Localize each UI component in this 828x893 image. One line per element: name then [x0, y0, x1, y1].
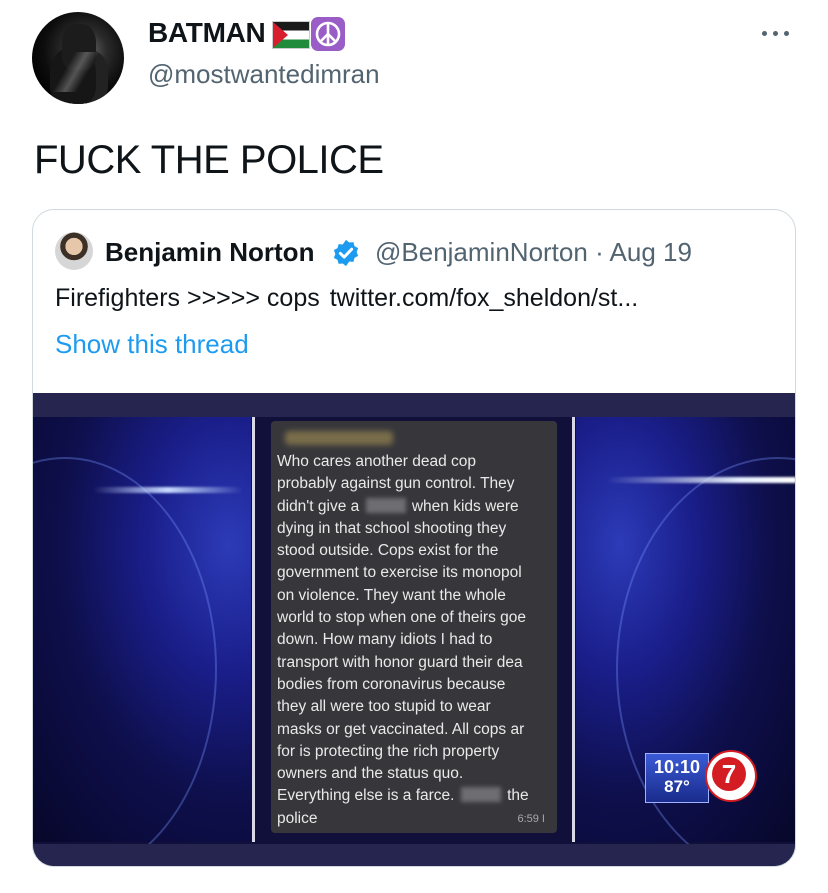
- quoted-handle[interactable]: @BenjaminNorton: [375, 237, 588, 267]
- user-handle[interactable]: @mostwantedimran: [148, 58, 380, 90]
- verified-badge-icon: [333, 239, 359, 267]
- news-temperature: 87°: [664, 777, 690, 796]
- video-top-bar: [33, 393, 795, 417]
- message-line: government to exercise its monopol: [277, 564, 522, 582]
- message-line: they all were too stupid to wear: [277, 698, 491, 716]
- divider-right: [572, 417, 575, 842]
- message-line: down. How many idiots I had to: [277, 631, 493, 649]
- news-clock-badge: 10:10 87°: [645, 753, 709, 803]
- quoted-avatar[interactable]: [55, 232, 93, 270]
- message-line: world to stop when one of theirs goe: [277, 609, 527, 627]
- redaction-blur: [460, 787, 501, 803]
- quoted-display-name[interactable]: Benjamin Norton: [105, 236, 314, 268]
- divider-left: [252, 417, 255, 842]
- tweet-avatar[interactable]: [32, 12, 124, 104]
- tweet-text: FUCK THE POLICE: [34, 138, 384, 182]
- show-thread-link[interactable]: Show this thread: [55, 328, 249, 360]
- video-bottom-bar: [33, 844, 795, 866]
- message-line: Who cares another dead cop: [277, 453, 477, 470]
- news-clock-time: 10:10: [653, 757, 701, 777]
- message-line: probably against gun control. They: [277, 475, 515, 493]
- message-line: Everything else is a farce. the: [277, 787, 529, 805]
- video-media[interactable]: Who cares another dead cop probably agai…: [33, 393, 795, 866]
- quoted-handle-date[interactable]: @BenjaminNorton · Aug 19: [375, 236, 692, 268]
- message-line: stood outside. Cops exist for the: [277, 542, 499, 560]
- phone-screenshot: Who cares another dead cop probably agai…: [271, 421, 557, 833]
- blurred-sender: [285, 431, 393, 445]
- message-timestamp: 6:59 I: [517, 813, 545, 825]
- quoted-date[interactable]: Aug 19: [610, 237, 692, 267]
- quoted-link[interactable]: twitter.com/fox_sheldon/st...: [330, 284, 638, 312]
- message-line: masks or get vaccinated. All cops ar: [277, 720, 525, 738]
- message-line: owners and the status quo.: [277, 765, 464, 783]
- palestine-flag-emoji-icon: [272, 21, 310, 49]
- message-line: dying in that school shooting they: [277, 519, 507, 537]
- quoted-text: Firefighters >>>>> cops twitter.com/fox_s…: [55, 282, 638, 314]
- message-line: transport with honor guard their dea: [277, 653, 523, 671]
- quoted-text-body: Firefighters >>>>> cops: [55, 284, 320, 312]
- message-line: bodies from coronavirus because: [277, 675, 506, 693]
- quote-tweet-card[interactable]: Benjamin Norton @BenjaminNorton · Aug 19…: [32, 209, 796, 867]
- display-name[interactable]: BATMAN: [148, 16, 266, 50]
- separator-dot: ·: [595, 237, 604, 267]
- news-backdrop-left: [33, 417, 251, 866]
- message-line: police: [277, 809, 318, 827]
- message-fragment: didn't give a when kids were: [277, 497, 519, 515]
- message-line: on violence. They want the whole: [277, 586, 506, 604]
- channel-number: 7: [712, 757, 746, 791]
- message-line: for is protecting the rich property: [277, 742, 500, 760]
- message-line: didn't give a when kids were: [277, 496, 555, 518]
- phone-message: Who cares another dead cop probably agai…: [277, 451, 555, 830]
- channel-7-logo-icon: 7: [705, 750, 757, 802]
- peace-symbol-emoji-icon: [311, 17, 345, 51]
- redaction-blur: [365, 497, 406, 513]
- more-horizontal-icon[interactable]: [760, 26, 792, 40]
